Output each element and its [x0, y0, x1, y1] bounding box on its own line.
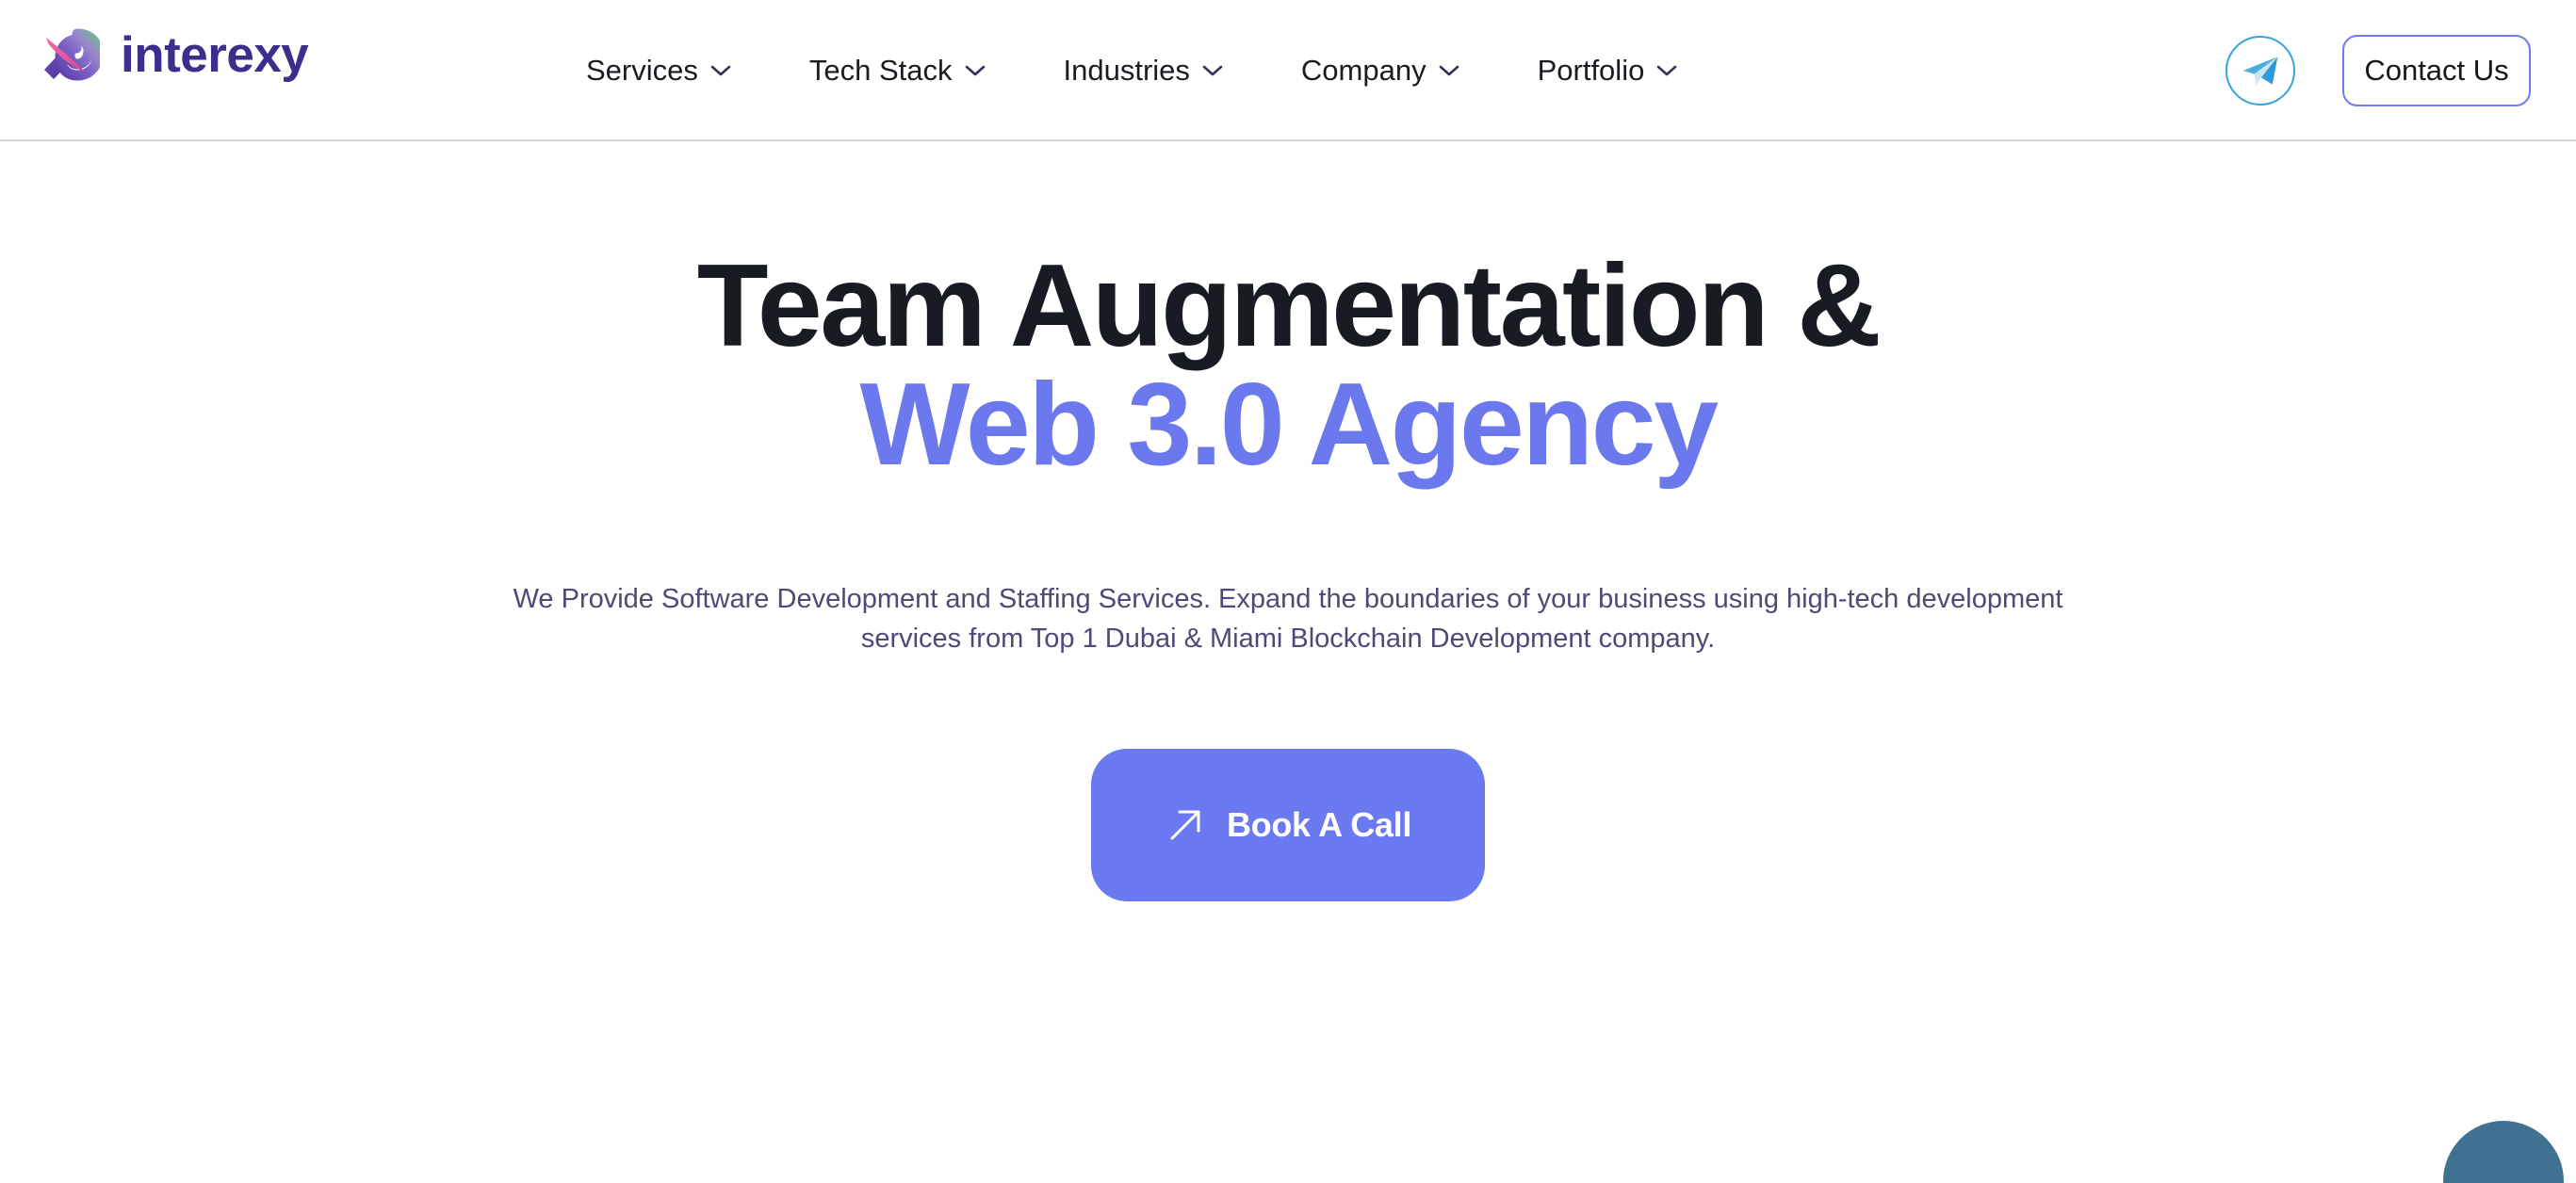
chevron-down-icon	[710, 64, 731, 77]
nav-item-portfolio[interactable]: Portfolio	[1538, 54, 1719, 88]
nav-item-tech-stack[interactable]: Tech Stack	[809, 54, 1026, 88]
nav-item-label: Industries	[1063, 54, 1190, 87]
headline-line-2: Web 3.0 Agency	[859, 360, 1719, 491]
chat-widget-button[interactable]	[2443, 1121, 2564, 1183]
contact-us-label: Contact Us	[2364, 54, 2509, 87]
nav-item-industries[interactable]: Industries	[1064, 54, 1264, 88]
chevron-down-icon	[1202, 64, 1223, 77]
main-navigation: Services Tech Stack Industries Company P	[586, 0, 1718, 141]
nav-item-label: Services	[586, 54, 698, 87]
header-actions: Contact Us	[2225, 0, 2531, 141]
nav-item-label: Company	[1300, 54, 1427, 87]
nav-item-label: Tech Stack	[808, 54, 953, 87]
telegram-paper-plane-icon	[2240, 50, 2281, 91]
site-header: interexy Services Tech Stack Industries …	[0, 0, 2576, 141]
chevron-down-icon	[1439, 64, 1459, 77]
hero-cta-wrapper: Book A Call	[1091, 749, 1485, 902]
nav-item-label: Portfolio	[1537, 54, 1645, 87]
contact-us-button[interactable]: Contact Us	[2342, 35, 2531, 106]
logo-home-link[interactable]: interexy	[41, 26, 309, 83]
headline-line-1: Team Augmentation &	[696, 241, 1882, 371]
arrow-up-right-icon	[1165, 804, 1206, 846]
nav-item-company[interactable]: Company	[1301, 54, 1500, 88]
chevron-down-icon	[1656, 64, 1677, 77]
book-a-call-button[interactable]: Book A Call	[1091, 749, 1485, 902]
chevron-down-icon	[965, 64, 986, 77]
hero-subtitle: We Provide Software Development and Staf…	[513, 583, 2063, 654]
logo-wordmark: interexy	[121, 26, 309, 83]
hero-section: Team Augmentation & Web 3.0 Agency We Pr…	[0, 141, 2576, 1183]
book-a-call-label: Book A Call	[1226, 805, 1412, 845]
telegram-link-button[interactable]	[2225, 36, 2295, 105]
infinity-ribbon-logo-icon	[41, 28, 100, 81]
nav-item-services[interactable]: Services	[586, 54, 772, 88]
page-title: Team Augmentation & Web 3.0 Agency	[697, 247, 1882, 491]
